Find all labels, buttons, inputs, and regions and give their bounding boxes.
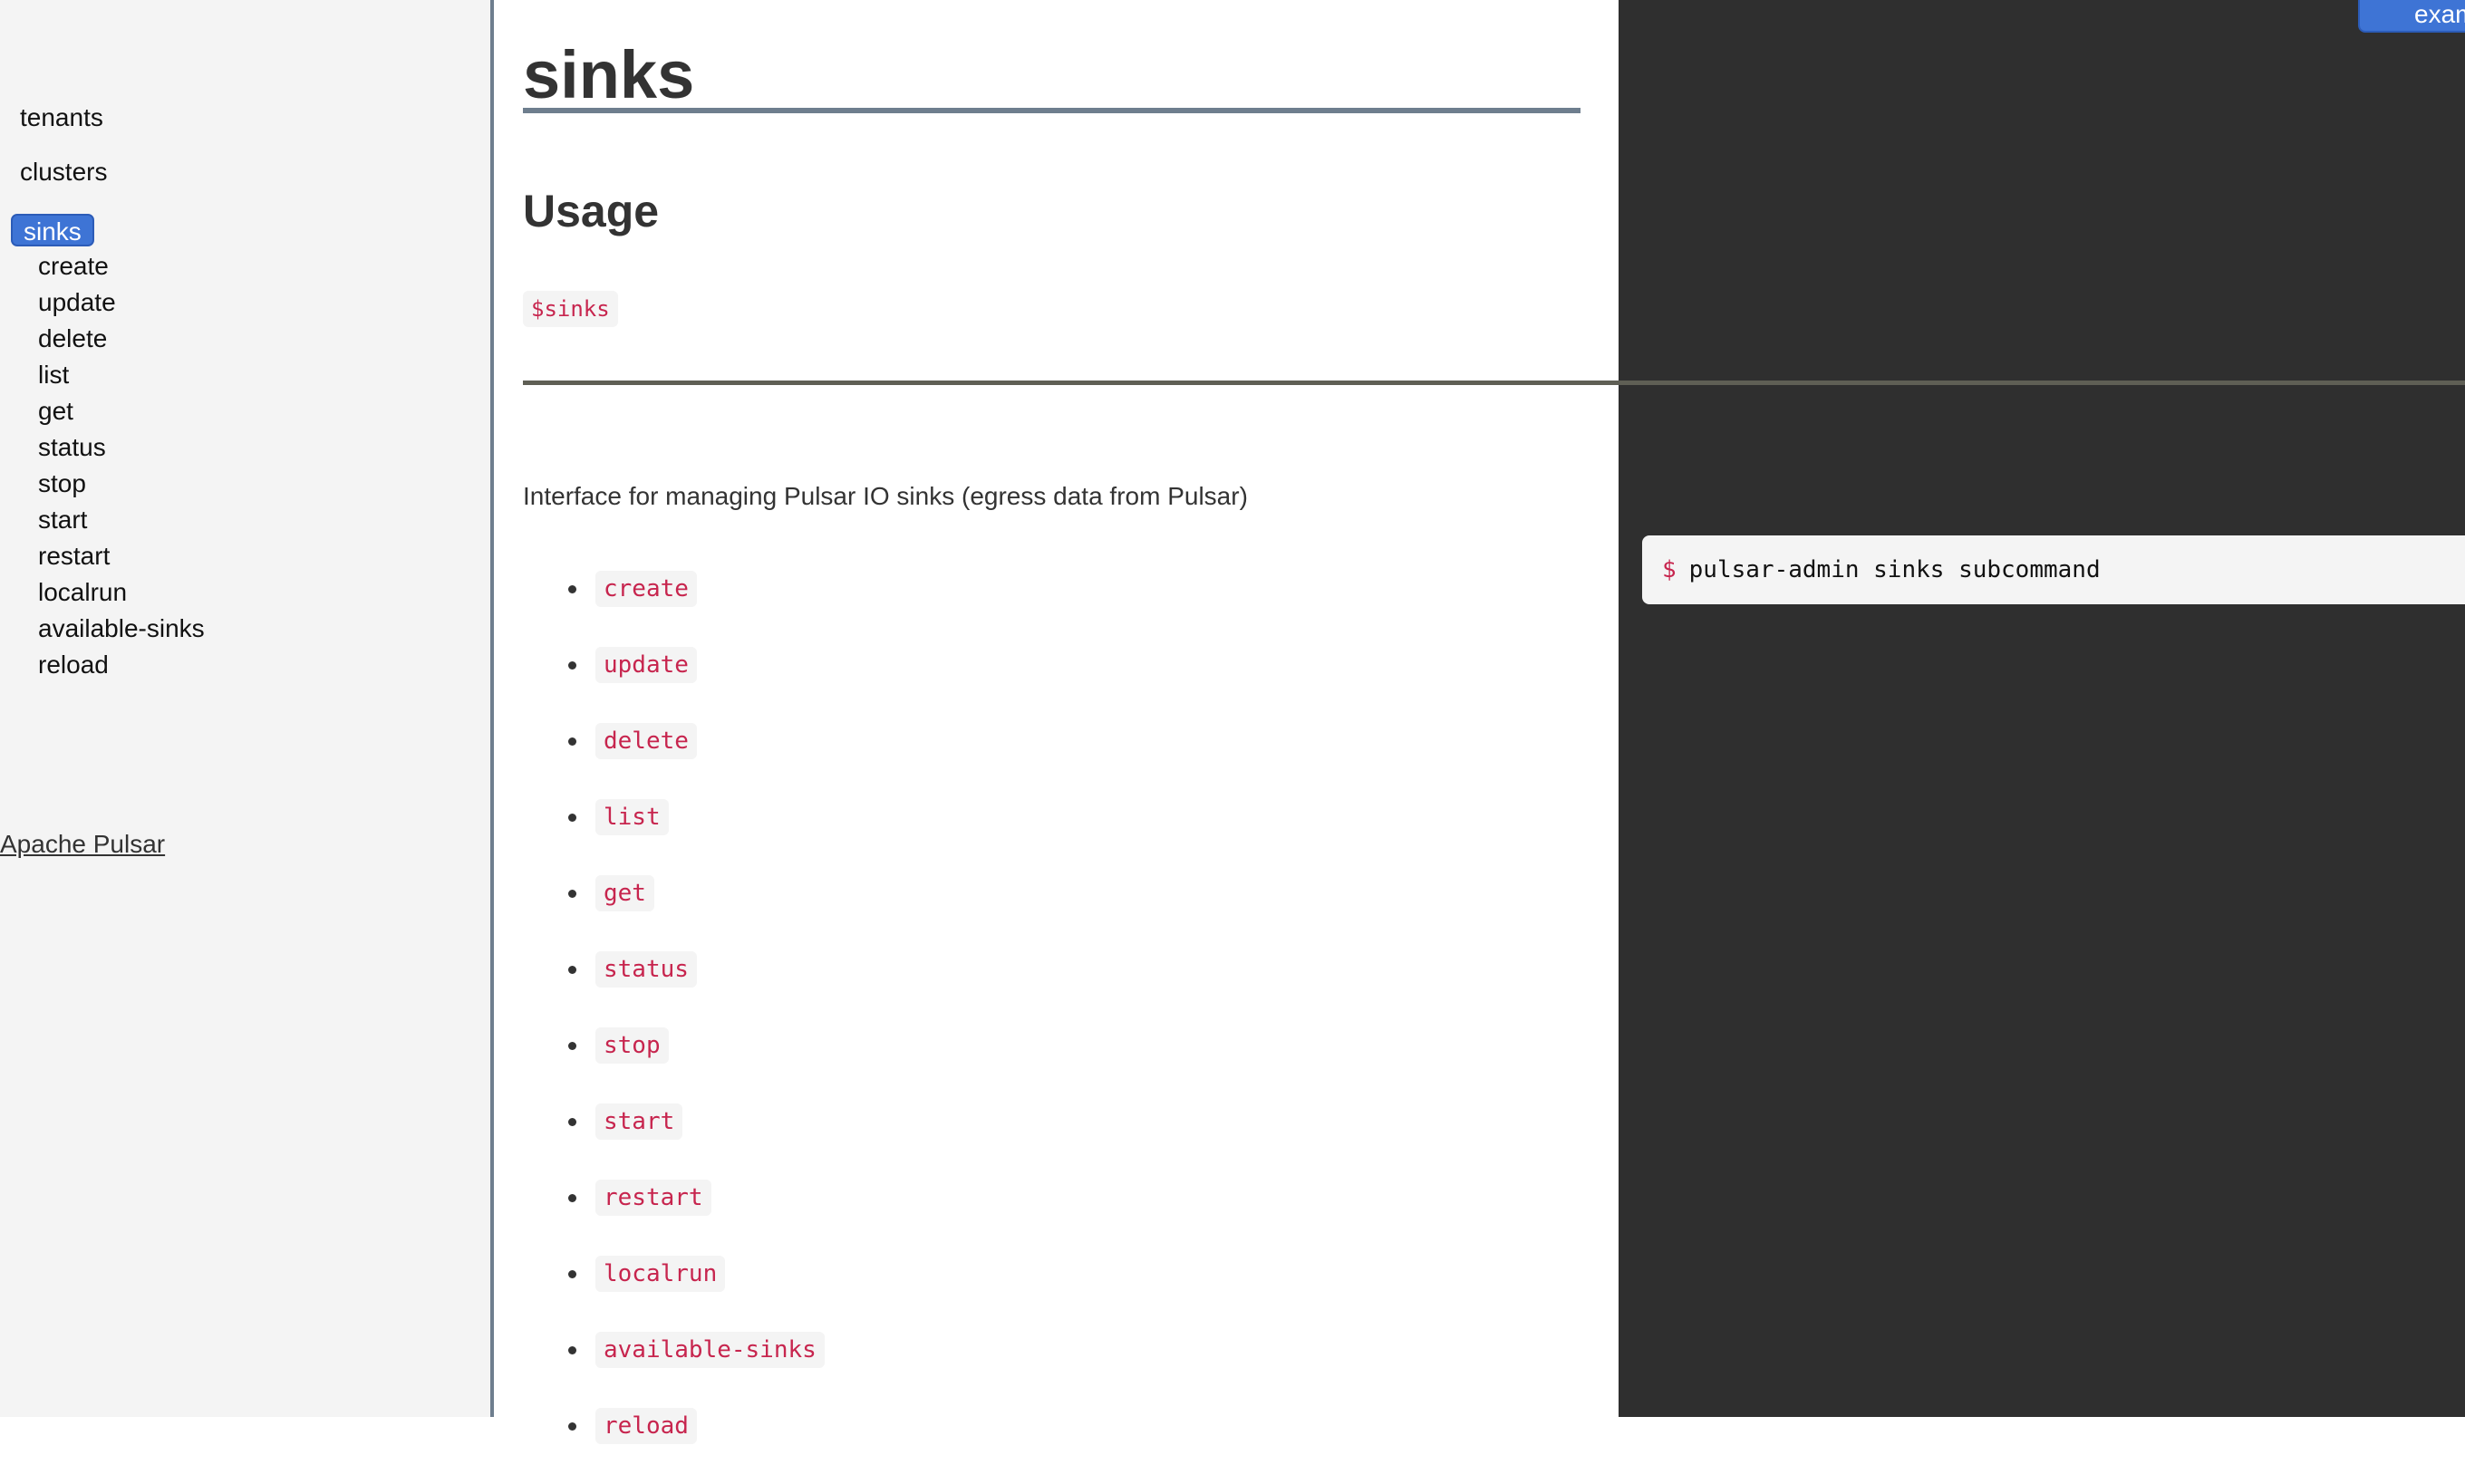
section-divider	[523, 381, 2465, 385]
shell-prompt: $	[1662, 556, 1677, 583]
command-code-status[interactable]: status	[595, 951, 697, 988]
command-code-start[interactable]: start	[595, 1103, 683, 1140]
main-content: sinks Usage $sinks Interface for managin…	[498, 0, 1619, 1444]
command-code-list[interactable]: list	[595, 799, 669, 835]
bullet-icon	[568, 1270, 576, 1278]
sidebar-subitem-update[interactable]: update	[38, 286, 205, 323]
command-code-delete[interactable]: delete	[595, 723, 697, 759]
sidebar-subitem-stop[interactable]: stop	[38, 467, 205, 504]
bullet-icon	[568, 1194, 576, 1202]
sidebar-subitem-localrun[interactable]: localrun	[38, 576, 205, 612]
description-text: Interface for managing Pulsar IO sinks (…	[523, 482, 1248, 510]
command-code-reload[interactable]: reload	[595, 1408, 697, 1444]
sidebar-item-sinks[interactable]: sinks	[11, 214, 94, 246]
example-code-block: $ pulsar-admin sinks subcommand	[1642, 535, 2465, 604]
sidebar-subitem-reload[interactable]: reload	[38, 649, 205, 685]
title-underline	[523, 108, 1580, 113]
apache-pulsar-link[interactable]: Apache Pulsar	[0, 830, 165, 859]
bullet-icon	[568, 1118, 576, 1126]
command-code-create[interactable]: create	[595, 571, 697, 607]
command-code-stop[interactable]: stop	[595, 1027, 669, 1064]
examples-panel	[1619, 0, 2465, 1417]
sidebar-item-clusters[interactable]: clusters	[20, 158, 107, 187]
sidebar-subitem-list[interactable]: list	[38, 359, 205, 395]
sidebar-subitem-available-sinks[interactable]: available-sinks	[38, 612, 205, 649]
sidebar-nav: tenants clusters sinks create update del…	[0, 0, 494, 1417]
bullet-icon	[568, 737, 576, 746]
bullet-icon	[568, 890, 576, 898]
usage-heading: Usage	[523, 186, 660, 236]
sidebar-sublist: create update delete list get status sto…	[38, 250, 205, 685]
bullet-icon	[568, 814, 576, 822]
command-code-localrun[interactable]: localrun	[595, 1256, 726, 1292]
usage-code: $sinks	[523, 291, 618, 327]
example-language-tab[interactable]: example	[2358, 0, 2465, 33]
sidebar-subitem-get[interactable]: get	[38, 395, 205, 431]
sidebar-subitem-start[interactable]: start	[38, 504, 205, 540]
bullet-icon	[568, 1346, 576, 1354]
bullet-icon	[568, 661, 576, 670]
example-command: pulsar-admin sinks subcommand	[1688, 556, 2101, 583]
command-code-available-sinks[interactable]: available-sinks	[595, 1332, 825, 1368]
command-code-update[interactable]: update	[595, 647, 697, 683]
command-code-restart[interactable]: restart	[595, 1180, 711, 1216]
sidebar-subitem-status[interactable]: status	[38, 431, 205, 467]
sidebar-subitem-delete[interactable]: delete	[38, 323, 205, 359]
page-title: sinks	[523, 37, 695, 112]
sidebar-item-tenants[interactable]: tenants	[20, 103, 103, 132]
command-code-get[interactable]: get	[595, 875, 654, 911]
bullet-icon	[568, 1422, 576, 1431]
sidebar-subitem-create[interactable]: create	[38, 250, 205, 286]
bullet-icon	[568, 585, 576, 593]
bullet-icon	[568, 1042, 576, 1050]
bullet-icon	[568, 966, 576, 974]
sidebar-subitem-restart[interactable]: restart	[38, 540, 205, 576]
